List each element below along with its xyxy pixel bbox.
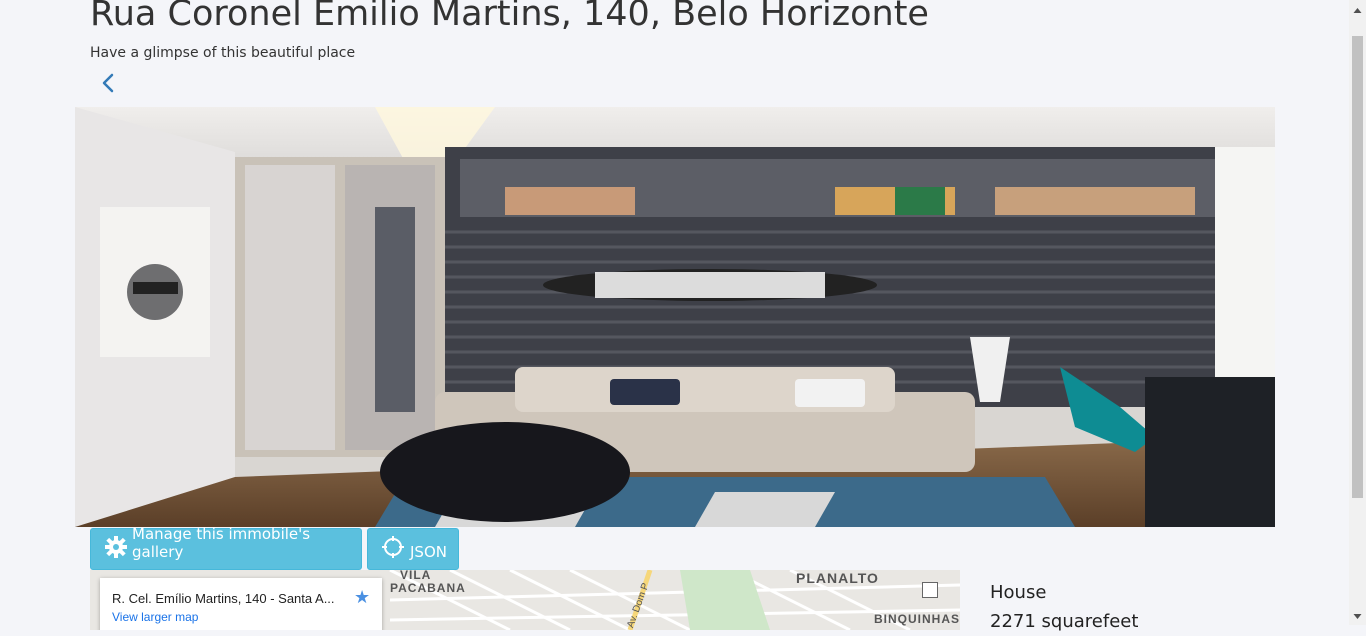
scroll-up-arrow[interactable] <box>1349 3 1366 17</box>
map-label-binquinhas: BINQUINHAS <box>874 612 960 626</box>
scrollbar-thumb[interactable] <box>1352 36 1363 498</box>
star-icon[interactable]: ★ <box>354 587 370 608</box>
manage-gallery-button[interactable]: Manage this immobile's gallery <box>90 525 362 570</box>
page-subtitle: Have a glimpse of this beautiful place <box>90 45 356 61</box>
page-title: Rua Coronel Emilio Martins, 140, Belo Ho… <box>90 0 929 34</box>
property-type: House <box>990 582 1047 603</box>
manage-gallery-label: Manage this immobile's gallery <box>132 525 311 561</box>
back-button[interactable] <box>98 70 120 96</box>
property-area: 2271 squarefeet <box>990 611 1139 632</box>
map-label-pacabana: PACABANA <box>390 581 466 595</box>
chevron-left-icon <box>102 73 114 93</box>
json-label: JSON <box>410 543 447 561</box>
view-larger-map-link[interactable]: View larger map <box>112 610 198 624</box>
map-label-planalto: PLANALTO <box>796 570 879 586</box>
crosshair-icon <box>382 536 404 558</box>
scroll-down-arrow[interactable] <box>1349 608 1366 622</box>
property-info: House 2271 squarefeet <box>990 578 1138 636</box>
living-room-image <box>75 107 1275 527</box>
map-info-card: R. Cel. Emílio Martins, 140 - Santa A...… <box>100 578 382 630</box>
map-option-checkbox[interactable] <box>922 582 938 598</box>
property-photo <box>75 107 1275 527</box>
location-map[interactable]: VILA PACABANA PLANALTO BINQUINHAS Av. Do… <box>90 570 960 630</box>
json-button[interactable]: JSON <box>367 528 459 570</box>
gear-icon <box>105 536 127 558</box>
map-address: R. Cel. Emílio Martins, 140 - Santa A... <box>112 591 335 606</box>
